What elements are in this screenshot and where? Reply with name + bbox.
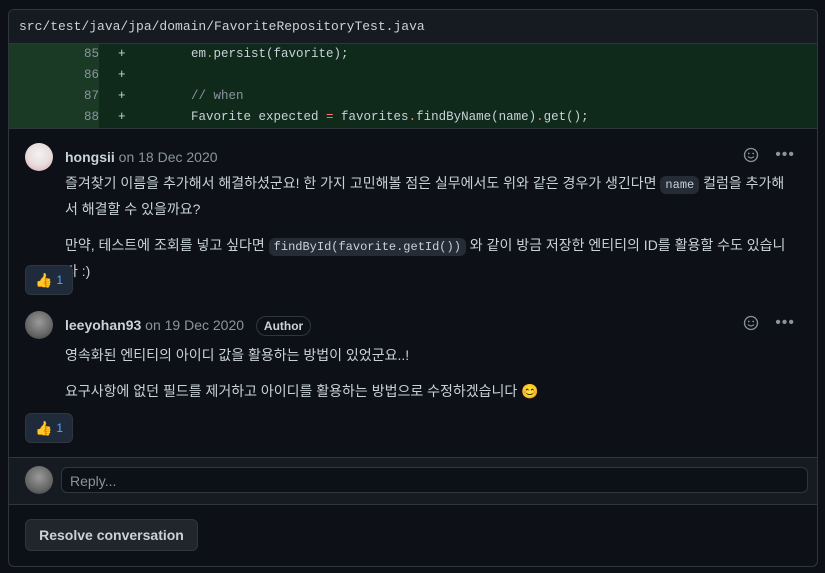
comment-paragraph: 만약, 테스트에 조회를 넣고 싶다면 findById(favorite.ge… [65,237,786,279]
thumbs-up-reaction[interactable]: 👍 1 [25,265,73,295]
resolve-section: Resolve conversation [9,504,817,566]
diff-sign: + [118,110,126,124]
avatar[interactable] [25,143,53,171]
resolve-conversation-button[interactable]: Resolve conversation [25,519,198,551]
comment-paragraph: 요구사항에 없던 필드를 제거하고 아이디를 활용하는 방법으로 수정하겠습니다… [65,383,539,399]
reply-input[interactable]: Reply... [61,467,808,493]
kebab-horizontal-icon[interactable]: ••• [775,315,795,331]
comment-body: 영속화된 엔티티의 아이디 값을 활용하는 방법이 있었군요..! 요구사항에 … [65,343,797,403]
diff-line: 88 + Favorite expected = favorites.findB… [9,107,817,128]
avatar [25,466,53,494]
diff-sign: + [118,47,126,61]
comment-author[interactable]: leeyohan93 [65,317,141,333]
author-badge: Author [255,316,312,336]
line-number[interactable]: 86 [9,65,99,86]
diff-line: 85 + em.persist(favorite); [9,44,817,65]
comment-header: hongsii on 18 Dec 2020 [65,147,218,167]
comment-date[interactable]: on 19 Dec 2020 [145,317,244,333]
comment-paragraph: 영속화된 엔티티의 아이디 값을 활용하는 방법이 있었군요..! [65,347,410,363]
comment-actions: ••• [743,315,795,331]
diff-sign: + [118,68,126,82]
reply-row: Reply... [9,457,817,504]
comment-header: leeyohan93 on 19 Dec 2020 Author [65,315,312,336]
comment-body: 즐겨찾기 이름을 추가해서 해결하셨군요! 한 가지 고민해볼 점은 실무에서도… [65,171,797,283]
diff-code: Favorite expected = favorites.findByName… [191,110,589,124]
smiley-icon[interactable] [743,147,759,163]
line-number[interactable]: 87 [9,86,99,107]
thumbs-up-reaction[interactable]: 👍 1 [25,413,73,443]
kebab-horizontal-icon[interactable]: ••• [775,147,795,163]
inline-code: name [660,176,700,194]
review-thread-panel: src/test/java/jpa/domain/FavoriteReposit… [8,9,818,567]
reaction-count: 1 [56,421,64,435]
comment-thread: hongsii on 18 Dec 2020 ••• 즐겨찾기 이름을 추가해서… [9,128,817,457]
comment-paragraph: 즐겨찾기 이름을 추가해서 해결하셨군요! 한 가지 고민해볼 점은 실무에서도… [65,175,785,217]
comment-author[interactable]: hongsii [65,149,115,165]
comment: leeyohan93 on 19 Dec 2020 Author ••• 영속화… [9,311,817,457]
diff-line: 86 + [9,65,817,86]
diff-sign: + [118,89,126,103]
file-path[interactable]: src/test/java/jpa/domain/FavoriteReposit… [9,10,817,44]
smiley-icon[interactable] [743,315,759,331]
diff-hunk: 85 + em.persist(favorite); 86 + 87 + // … [9,44,817,128]
line-number[interactable]: 88 [9,107,99,128]
diff-code: // when [191,89,244,103]
comment-actions: ••• [743,147,795,163]
thumbs-up-icon: 👍 [34,271,53,288]
diff-line: 87 + // when [9,86,817,107]
diff-code: em.persist(favorite); [191,47,349,61]
thumbs-up-icon: 👍 [34,419,53,436]
avatar[interactable] [25,311,53,339]
comment: hongsii on 18 Dec 2020 ••• 즐겨찾기 이름을 추가해서… [9,129,817,311]
reaction-count: 1 [56,273,64,287]
comment-date[interactable]: on 18 Dec 2020 [119,149,218,165]
inline-code: findById(favorite.getId()) [268,238,466,256]
line-number[interactable]: 85 [9,44,99,65]
